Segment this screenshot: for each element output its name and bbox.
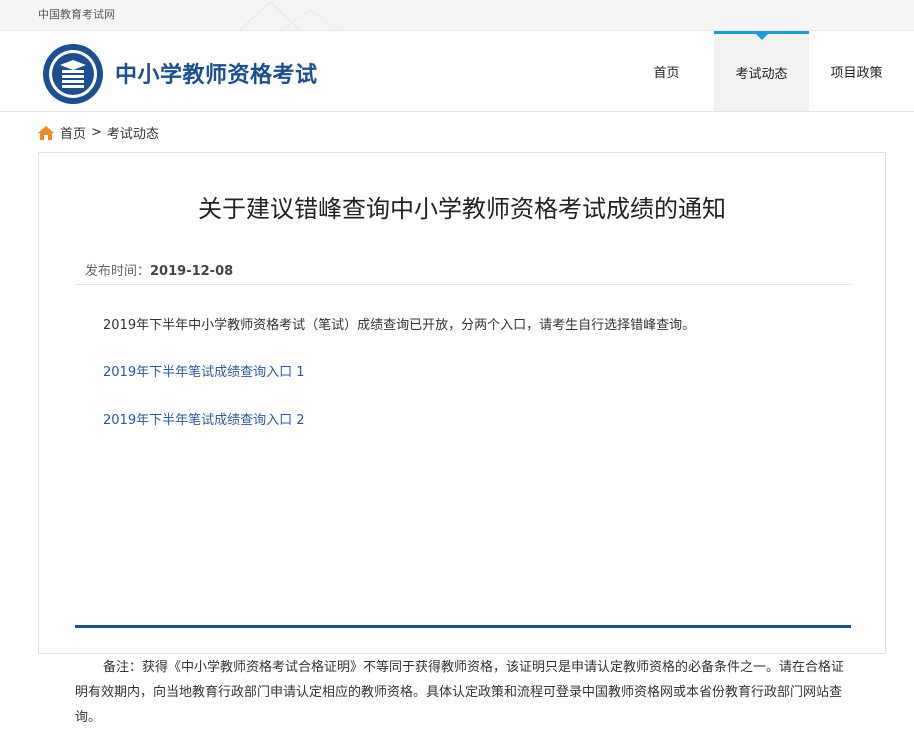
meta-divider	[75, 284, 851, 285]
topbar-decoration	[240, 1, 341, 30]
article-panel: 关于建议错峰查询中小学教师资格考试成绩的通知 发布时间：2019-12-08 2…	[38, 152, 886, 725]
main-nav: 首页 考试动态 项目政策	[619, 31, 904, 111]
nav-item-exam-news[interactable]: 考试动态	[714, 31, 809, 111]
topbar: 中国教育考试网	[0, 0, 914, 31]
breadcrumb-current[interactable]: 考试动态	[107, 123, 159, 142]
home-icon	[38, 125, 54, 140]
nav-item-home[interactable]: 首页	[619, 31, 714, 111]
logo-emblem	[43, 44, 103, 104]
topbar-site-name[interactable]: 中国教育考试网	[38, 6, 115, 22]
score-query-link-2[interactable]: 2019年下半年笔试成绩查询入口 2	[103, 409, 305, 428]
article-meta: 发布时间：2019-12-08	[85, 260, 233, 279]
breadcrumb-home[interactable]: 首页	[60, 123, 86, 142]
header: 中小学教师资格考试 首页 考试动态 项目政策	[0, 31, 914, 112]
content-bottom-rule	[75, 625, 851, 628]
breadcrumb: 首页 > 考试动态	[38, 123, 159, 142]
intro-paragraph: 2019年下半年中小学教师资格考试（笔试）成绩查询已开放，分两个入口，请考生自行…	[103, 318, 696, 333]
site-title[interactable]: 中小学教师资格考试	[115, 57, 318, 89]
article-title: 关于建议错峰查询中小学教师资格考试成绩的通知	[198, 195, 726, 223]
note-paragraph: 备注：获得《中小学教师资格考试合格证明》不等同于获得教师资格，该证明只是申请认定…	[75, 660, 845, 725]
meta-label: 发布时间：	[85, 264, 151, 279]
score-query-link-1[interactable]: 2019年下半年笔试成绩查询入口 1	[103, 361, 305, 380]
nav-item-policy[interactable]: 项目政策	[809, 31, 904, 111]
meta-date: 2019-12-08	[150, 264, 234, 279]
breadcrumb-separator: >	[91, 125, 102, 140]
